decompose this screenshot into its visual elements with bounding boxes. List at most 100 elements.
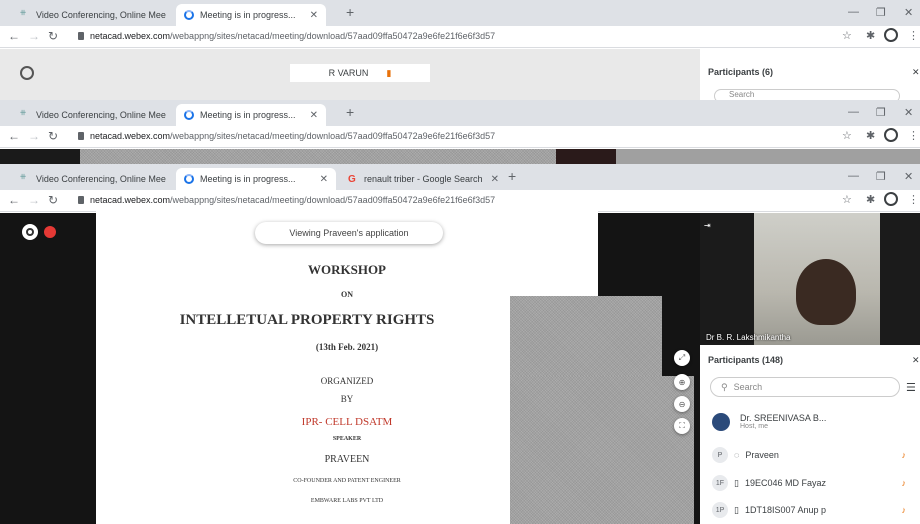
close-window-icon[interactable]: ✕ xyxy=(904,170,913,183)
forward-icon[interactable]: → xyxy=(28,193,40,207)
video-label: Dr B. R. Lakshmikantha xyxy=(706,333,791,342)
sharing-icon: ◌ xyxy=(734,450,740,460)
forward-icon[interactable]: → xyxy=(28,29,40,43)
close-icon[interactable]: ✕ xyxy=(166,110,172,121)
maximize-icon[interactable]: ❐ xyxy=(876,106,886,119)
zoom-out-icon[interactable]: ⊖ xyxy=(674,396,690,412)
star-icon[interactable]: ☆ xyxy=(842,29,852,42)
minimize-icon[interactable]: — xyxy=(848,106,859,118)
menu-icon[interactable]: ⋮ xyxy=(908,129,919,142)
avatar xyxy=(712,413,730,431)
mic-icon: ▮ xyxy=(386,67,392,78)
back-icon[interactable]: ← xyxy=(8,29,20,43)
reload-icon[interactable]: ↻ xyxy=(48,129,58,143)
record-icon[interactable] xyxy=(44,226,56,238)
star-icon[interactable]: ☆ xyxy=(842,193,852,206)
url-field[interactable]: netacad.webex.com/webappng/sites/netacad… xyxy=(90,195,495,205)
expand-icon[interactable]: ⤢ xyxy=(674,350,690,366)
tab-video-conferencing[interactable]: ꔠ Video Conferencing, Online Mee ✕ xyxy=(12,4,172,26)
menu-icon[interactable]: ⋮ xyxy=(908,29,919,42)
close-icon[interactable]: ✕ xyxy=(912,67,920,78)
url-path: /webappng/sites/netacad/meeting/download… xyxy=(170,31,496,41)
pin-icon[interactable]: ⇥ xyxy=(704,221,711,230)
extensions-icon[interactable]: ✱ xyxy=(866,129,875,142)
participant-row[interactable]: 1P ▯ 1DT18IS007 Anup p ♪ xyxy=(700,496,920,524)
device-icon: ▯ xyxy=(734,504,739,515)
mic-icon[interactable]: ♪ xyxy=(902,478,907,488)
close-window-icon[interactable]: ✕ xyxy=(904,106,913,119)
google-icon: G xyxy=(348,174,356,185)
minimize-icon[interactable]: — xyxy=(848,170,859,182)
new-tab-icon[interactable]: + xyxy=(508,168,516,184)
tab-meeting[interactable]: Meeting is in progress... ✕ xyxy=(176,4,326,26)
participant-info: Dr. SREENIVASA B... Host, me xyxy=(740,413,826,431)
url-domain: netacad.webex.com xyxy=(90,131,171,141)
search-input[interactable]: ⚲ Search xyxy=(710,377,900,397)
viewing-text: Viewing Praveen's application xyxy=(289,228,409,238)
url-domain: netacad.webex.com xyxy=(90,195,171,205)
maximize-icon[interactable]: ❐ xyxy=(876,170,886,183)
meeting-edge xyxy=(0,149,80,164)
profile-icon[interactable] xyxy=(884,192,898,206)
close-icon[interactable]: ✕ xyxy=(312,174,328,185)
lock-icon xyxy=(78,196,84,204)
avatar: P xyxy=(712,447,728,463)
url-field[interactable]: netacad.webex.com/webappng/sites/netacad… xyxy=(90,31,495,41)
menu-icon[interactable]: ⋮ xyxy=(908,193,919,206)
close-icon[interactable]: ✕ xyxy=(166,174,172,185)
extensions-icon[interactable]: ✱ xyxy=(866,29,875,42)
search-placeholder: Search xyxy=(729,90,755,99)
new-tab-icon[interactable]: + xyxy=(346,4,354,20)
forward-icon[interactable]: → xyxy=(28,129,40,143)
settings-button[interactable] xyxy=(22,224,38,240)
new-tab-icon[interactable]: + xyxy=(346,104,354,120)
webex-favicon-icon: ꔠ xyxy=(20,10,27,17)
profile-icon[interactable] xyxy=(884,28,898,42)
reload-icon[interactable]: ↻ xyxy=(48,29,58,43)
webex-favicon-icon xyxy=(184,10,194,20)
settings-icon[interactable] xyxy=(20,66,34,80)
close-icon[interactable]: ✕ xyxy=(483,174,499,185)
speaker-person-icon xyxy=(796,259,856,325)
tab-title: Meeting is in progress... xyxy=(200,174,296,184)
participant-name: 19EC046 MD Fayaz xyxy=(744,478,826,488)
url-field[interactable]: netacad.webex.com/webappng/sites/netacad… xyxy=(90,131,495,141)
tab-video-conferencing[interactable]: ꔠ Video Conferencing, Online Mee ✕ xyxy=(12,104,172,126)
tab-strip: ꔠ Video Conferencing, Online Mee ✕ Meeti… xyxy=(0,0,920,26)
close-icon[interactable]: ✕ xyxy=(302,10,318,21)
back-icon[interactable]: ← xyxy=(8,193,20,207)
tab-title: Video Conferencing, Online Mee xyxy=(36,10,166,20)
star-icon[interactable]: ☆ xyxy=(842,129,852,142)
tab-strip: ꔠ Video Conferencing, Online Mee ✕ Meeti… xyxy=(0,100,920,126)
zoom-in-icon[interactable]: ⊕ xyxy=(674,374,690,390)
tab-meeting[interactable]: Meeting is in progress... ✕ xyxy=(176,168,336,190)
close-icon[interactable]: ✕ xyxy=(302,110,318,121)
tab-meeting[interactable]: Meeting is in progress... ✕ xyxy=(176,104,326,126)
participant-row[interactable]: Dr. SREENIVASA B... Host, me xyxy=(700,405,920,439)
settings-icon xyxy=(26,228,34,236)
tab-title: renault triber - Google Search xyxy=(364,174,483,184)
mic-icon[interactable]: ♪ xyxy=(902,505,907,515)
extensions-icon[interactable]: ✱ xyxy=(866,193,875,206)
close-icon[interactable]: ✕ xyxy=(166,10,172,21)
tab-title: Video Conferencing, Online Mee xyxy=(36,110,166,120)
tab-video-conferencing[interactable]: ꔠ Video Conferencing, Online Mee ✕ xyxy=(12,168,172,190)
close-window-icon[interactable]: ✕ xyxy=(904,6,913,19)
tab-strip: ꔠ Video Conferencing, Online Mee ✕ Meeti… xyxy=(0,164,920,190)
profile-icon[interactable] xyxy=(884,128,898,142)
tab-google-search[interactable]: G renault triber - Google Search ✕ xyxy=(340,168,500,190)
address-bar: ← → ↻ netacad.webex.com/webappng/sites/n… xyxy=(0,26,920,48)
participant-row[interactable]: P ◌ Praveen ♪ xyxy=(700,440,920,470)
list-options-icon[interactable]: ☰ xyxy=(906,381,916,394)
minimize-icon[interactable]: — xyxy=(848,6,859,18)
close-icon[interactable]: ✕ xyxy=(912,355,920,366)
fit-icon[interactable]: ⛶ xyxy=(674,418,690,434)
reload-icon[interactable]: ↻ xyxy=(48,193,58,207)
maximize-icon[interactable]: ❐ xyxy=(876,6,886,19)
back-icon[interactable]: ← xyxy=(8,129,20,143)
tab-title: Video Conferencing, Online Mee xyxy=(36,174,166,184)
mic-icon[interactable]: ♪ xyxy=(902,450,907,460)
device-icon: ▯ xyxy=(734,477,739,488)
avatar: 1F xyxy=(712,475,728,491)
participant-row[interactable]: 1F ▯ 19EC046 MD Fayaz ♪ xyxy=(700,468,920,498)
